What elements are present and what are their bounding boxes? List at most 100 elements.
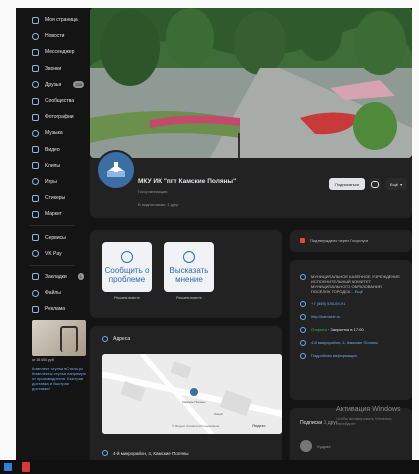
sidebar-item-phone[interactable]: Звонки — [16, 61, 88, 77]
address-heading[interactable]: Адреса — [102, 336, 130, 342]
sidebar-item-label: Маркет — [45, 211, 62, 218]
open-time: · Закроется в 17:00 — [327, 327, 364, 332]
location-icon — [102, 450, 108, 456]
sidebar-item-label: Клипы — [45, 162, 60, 169]
sidebar-item-games[interactable]: Игры — [16, 174, 88, 190]
info-card: МУНИЦИПАЛЬНОЕ КАЗЁННОЕ УЧРЕЖДЕНИЕ ИСПОЛН… — [290, 260, 412, 400]
phone-icon — [300, 301, 306, 307]
action-title: Сообщить о проблеме — [104, 265, 150, 284]
start-icon[interactable] — [4, 463, 12, 471]
taskbar — [0, 460, 419, 474]
address-line[interactable]: 4-й микрорайон, 4, Камские Поляны — [102, 450, 188, 456]
sidebar-item-friends[interactable]: Друзья 239 — [16, 77, 88, 93]
subscription-item[interactable]: Худрия — [300, 440, 330, 452]
opinion-icon — [183, 250, 195, 263]
more-label: Ещё — [389, 181, 399, 187]
news-icon — [32, 32, 39, 40]
sidebar-item-music[interactable]: Музыка — [16, 125, 88, 141]
sidebar-ad[interactable]: от 26 000 руб Комплект стулья вСтиль.рс … — [32, 320, 86, 391]
sidebar-item-label: Мессенджер — [45, 49, 75, 56]
gosuslugi-label: Подтверждено через Госуслуги — [310, 238, 369, 243]
sidebar-item-label: Файлы — [45, 290, 61, 297]
profile-header: МКУ ИК "пгт Камские Поляны" Госорганизац… — [90, 150, 412, 218]
music-icon — [32, 129, 39, 137]
info-phone[interactable]: +7 (855) 535-09-91 — [300, 301, 402, 307]
subscriptions-heading[interactable]: Подписки 1 друг — [300, 420, 338, 426]
sidebar-item-communities[interactable]: Сообщества — [16, 93, 88, 109]
address-heading-label: Адреса — [113, 336, 131, 342]
info-details[interactable]: Подробная информация — [300, 353, 402, 359]
location-icon — [300, 340, 306, 346]
sidebar-item-stickers[interactable]: Стикеры — [16, 190, 88, 206]
details-icon — [300, 353, 306, 359]
sidebar-item-label: Видео — [45, 146, 60, 153]
map-label-lyceum: Лицей — [214, 412, 223, 416]
sidebar-item-label: Сервисы — [45, 234, 66, 241]
sidebar-item-label: Друзья — [45, 81, 62, 88]
sidebar-item-ads[interactable]: Реклама — [16, 301, 88, 317]
info-hours: Открыто · Закроется в 17:00 — [300, 327, 402, 333]
left-sidebar: Моя страница Новости Мессенджер Звонки Друзь… — [16, 8, 88, 460]
ad-image[interactable] — [32, 320, 86, 356]
sidebar-item-photo[interactable]: Фотографии — [16, 109, 88, 125]
gosuslugi-icon — [300, 238, 305, 243]
sidebar-item-messenger[interactable]: Мессенджер — [16, 44, 88, 60]
subscribe-button[interactable]: Подписаться — [329, 178, 365, 190]
sidebar-divider — [30, 225, 74, 227]
more-button[interactable]: Ещё ▾ — [385, 178, 407, 190]
market-icon — [32, 210, 39, 218]
map-label-district: Камские Поляны — [182, 400, 206, 404]
avatar — [300, 440, 312, 452]
community-name: МКУ ИК "пгт Камские Поляны" — [138, 178, 237, 185]
info-address[interactable]: 4-й микрорайон, 4, Камские Поляны — [300, 340, 402, 346]
gosuslugi-verified[interactable]: Подтверждено через Госуслуги — [300, 238, 368, 243]
sidebar-item-news[interactable]: Новости — [16, 28, 88, 44]
location-icon — [102, 336, 108, 342]
info-site[interactable]: http://kamskie.ru — [300, 314, 402, 320]
map-copyright[interactable]: © Яндекс Условия использования — [172, 424, 219, 428]
ad-price: от 26 000 руб — [32, 358, 54, 362]
address-card: Адреса Камские Поляны Лицей © Яндекс Усл… — [90, 326, 282, 460]
friends-icon — [32, 81, 39, 89]
phone-icon — [32, 65, 39, 73]
windows-activation-title: Активация Windows — [336, 406, 401, 413]
sidebar-item-video[interactable]: Видео — [16, 142, 88, 158]
gosuslugi-card: Подтверждено через Госуслуги — [290, 230, 412, 252]
clips-icon — [32, 162, 39, 170]
cover-photo[interactable] — [90, 8, 412, 158]
map[interactable]: Камские Поляны Лицей © Яндекс Условия ис… — [102, 354, 282, 434]
sidebar-item-label: Новости — [45, 33, 65, 40]
stickers-icon — [32, 194, 39, 202]
details-link[interactable]: Подробная информация — [311, 353, 357, 358]
sidebar-item-services[interactable]: Сервисы — [16, 229, 88, 245]
sidebar-item-vkpay[interactable]: VK Pay — [16, 246, 88, 262]
site-link[interactable]: http://kamskie.ru — [311, 314, 340, 319]
bookmark-icon — [32, 273, 39, 281]
open-status: Открыто — [311, 327, 327, 332]
ad-text[interactable]: Комплект стулья вСтиль.рс Комплекты стул… — [32, 366, 86, 391]
report-icon — [121, 250, 133, 263]
info-address-link[interactable]: 4-й микрорайон, 4, Камские Поляны — [311, 340, 378, 345]
phone-link[interactable]: +7 (855) 535-09-91 — [311, 301, 345, 306]
friends-subscribed[interactable]: В подписчиках: 1 друг — [138, 202, 179, 207]
sidebar-item-market[interactable]: Маркет — [16, 206, 88, 222]
sidebar-item-clips[interactable]: Клипы — [16, 158, 88, 174]
map-pin-icon[interactable] — [190, 388, 198, 396]
sidebar-item-bookmark[interactable]: Закладки 1 — [16, 269, 88, 285]
sidebar-item-home[interactable]: Моя страница — [16, 12, 88, 28]
message-button[interactable] — [369, 178, 381, 190]
subscriptions-title: Подписки — [300, 420, 323, 426]
community-avatar[interactable] — [96, 150, 136, 190]
report-problem-action[interactable]: Сообщить о проблеме Решаем вместе — [102, 242, 152, 300]
description-more-link[interactable]: Ещё — [355, 289, 363, 294]
share-opinion-action[interactable]: Высказать мнение Решаем вместе — [164, 242, 214, 300]
address-line-text: 4-й микрорайон, 4, Камские Поляны — [113, 450, 189, 456]
sidebar-item-label: Сообщества — [45, 98, 75, 105]
pdf-app-icon[interactable] — [22, 462, 30, 472]
files-icon — [32, 289, 39, 297]
sidebar-divider — [30, 264, 74, 266]
sidebar-item-files[interactable]: Файлы — [16, 285, 88, 301]
sidebar-item-label: Игры — [45, 178, 57, 185]
home-icon — [32, 16, 39, 24]
clock-icon — [300, 327, 306, 333]
